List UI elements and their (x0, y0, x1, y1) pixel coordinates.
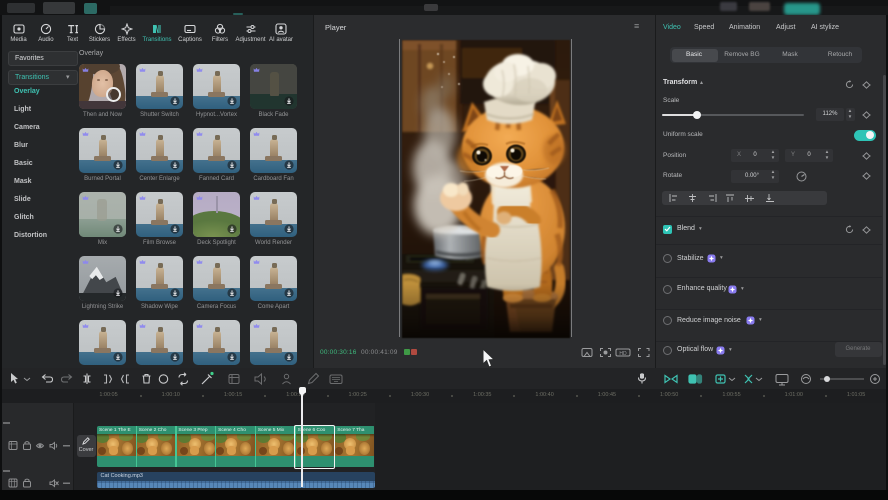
svg-text:HD: HD (619, 351, 627, 357)
